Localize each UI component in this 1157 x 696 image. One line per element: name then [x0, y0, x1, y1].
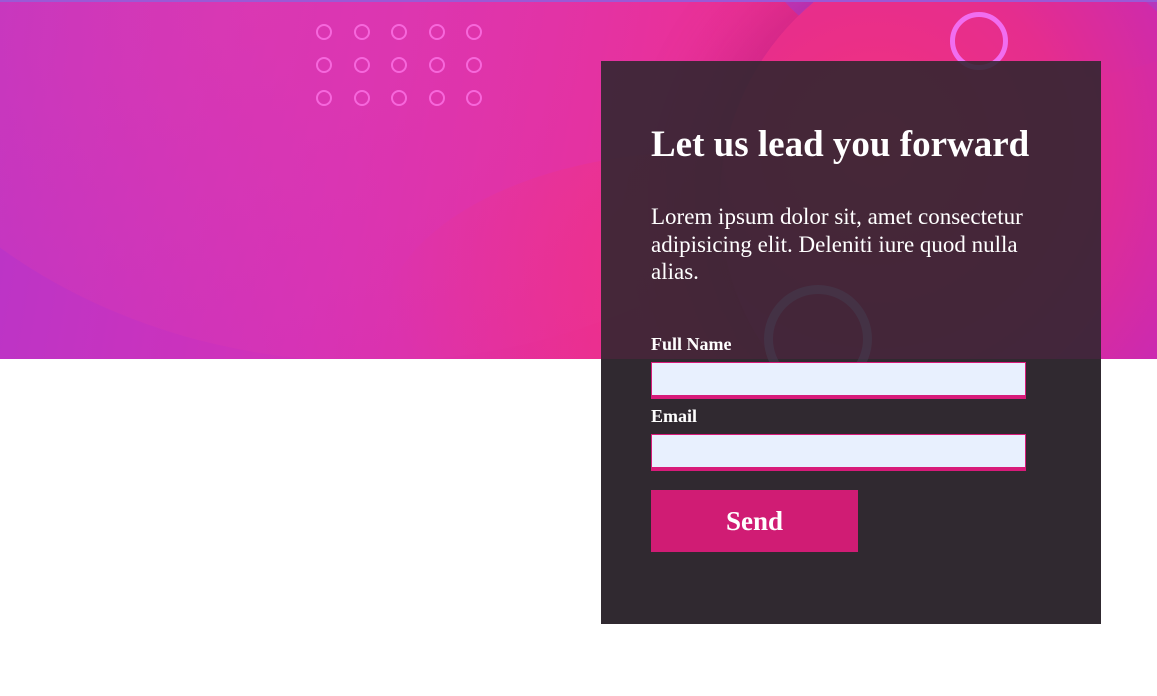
dot-circle [466, 90, 482, 106]
contact-form: Full Name Email Send [651, 333, 1061, 552]
dot-circle [353, 57, 370, 73]
email-input[interactable] [651, 433, 1026, 471]
dot-circle [428, 57, 445, 73]
card-description: Lorem ipsum dolor sit, amet consectetur … [651, 204, 1023, 284]
dot-circle [316, 57, 332, 73]
email-label: Email [651, 405, 698, 426]
send-button[interactable]: Send [651, 489, 858, 552]
dot-circle [316, 90, 332, 106]
dot-circle [466, 57, 482, 73]
full-name-input[interactable] [651, 361, 1026, 399]
full-name-label: Full Name [651, 333, 732, 354]
dot-pattern [316, 24, 486, 110]
dot-circle [428, 90, 445, 106]
dot-circle [353, 24, 370, 40]
page: Let us lead you forward Lorem ipsum dolo… [0, 0, 1157, 696]
dot-circle [466, 24, 482, 40]
dot-circle [391, 90, 407, 106]
dot-circle [391, 24, 407, 40]
contact-card-content: Let us lead you forward Lorem ipsum dolo… [651, 121, 1061, 552]
dot-circle [428, 24, 445, 40]
card-heading: Let us lead you forward [651, 124, 1030, 165]
dot-circle [353, 90, 370, 106]
dot-circle [316, 24, 332, 40]
dot-circle [391, 57, 407, 73]
